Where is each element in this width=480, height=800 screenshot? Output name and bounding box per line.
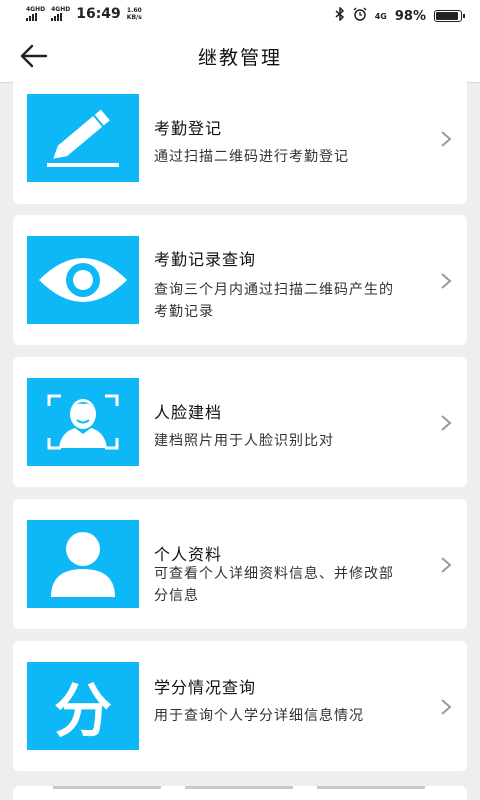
battery-percent: 98% [394, 8, 426, 24]
item-title: 人脸建档 [154, 403, 223, 422]
speed-value: 1.60 [126, 7, 142, 14]
status-right: 4G 98% [335, 6, 465, 25]
eye-icon [27, 236, 139, 324]
item-description: 查询三个月内通过扫描二维码产生的考勤记录 [154, 282, 394, 320]
item-description: 用于查询个人学分详细信息情况 [154, 708, 364, 724]
item-title: 个人资料 [154, 545, 223, 564]
person-icon [27, 520, 139, 608]
page-title: 继教管理 [197, 47, 282, 69]
item-description: 建档照片用于人脸识别比对 [154, 433, 334, 449]
chevron-right-icon [441, 131, 452, 147]
network-speed: 1.60 KB/s [127, 7, 142, 21]
pencil-icon [27, 94, 139, 182]
speed-unit: KB/s [126, 14, 142, 21]
chevron-right-icon [441, 415, 452, 431]
list-item-credit-query[interactable]: 分 学分情况查询 用于查询个人学分详细信息情况 [13, 641, 467, 771]
list-item-personal-profile[interactable]: 个人资料 可查看个人详细资料信息、并修改部分信息 [13, 499, 467, 629]
signal-2-icon: 4GHD [51, 7, 70, 21]
chevron-right-icon [441, 557, 452, 573]
app-header: 继教管理 [0, 30, 480, 83]
status-left: 4GHD 4GHD 16:49 1.60 KB/s [26, 6, 142, 22]
item-description: 可查看个人详细资料信息、并修改部分信息 [154, 566, 394, 604]
face-scan-icon [27, 378, 139, 466]
chevron-right-icon [441, 699, 452, 715]
list-item-face-archive[interactable]: 人脸建档 建档照片用于人脸识别比对 [13, 357, 467, 487]
battery-fill [436, 12, 458, 20]
status-bar: 4GHD 4GHD 16:49 1.60 KB/s 4G 98% [0, 0, 480, 30]
clock: 16:49 [76, 6, 121, 22]
signal-1-icon: 4GHD [26, 7, 45, 21]
item-title: 考勤记录查询 [154, 250, 257, 269]
alarm-clock-icon [353, 7, 367, 25]
item-title: 学分情况查询 [154, 678, 257, 697]
next-list-item-peek[interactable] [13, 786, 467, 800]
bluetooth-icon [335, 6, 345, 25]
credit-fen-icon: 分 [27, 662, 139, 750]
network-type: 4G [374, 11, 387, 21]
battery-icon [434, 10, 465, 22]
chevron-right-icon [441, 273, 452, 289]
list-item-attendance-records[interactable]: 考勤记录查询 查询三个月内通过扫描二维码产生的考勤记录 [13, 215, 467, 345]
item-title: 考勤登记 [154, 119, 223, 138]
credit-fen-glyph: 分 [53, 677, 112, 745]
list-item-attendance-register[interactable]: 考勤登记 通过扫描二维码进行考勤登记 [13, 82, 467, 204]
item-description: 通过扫描二维码进行考勤登记 [154, 149, 349, 165]
